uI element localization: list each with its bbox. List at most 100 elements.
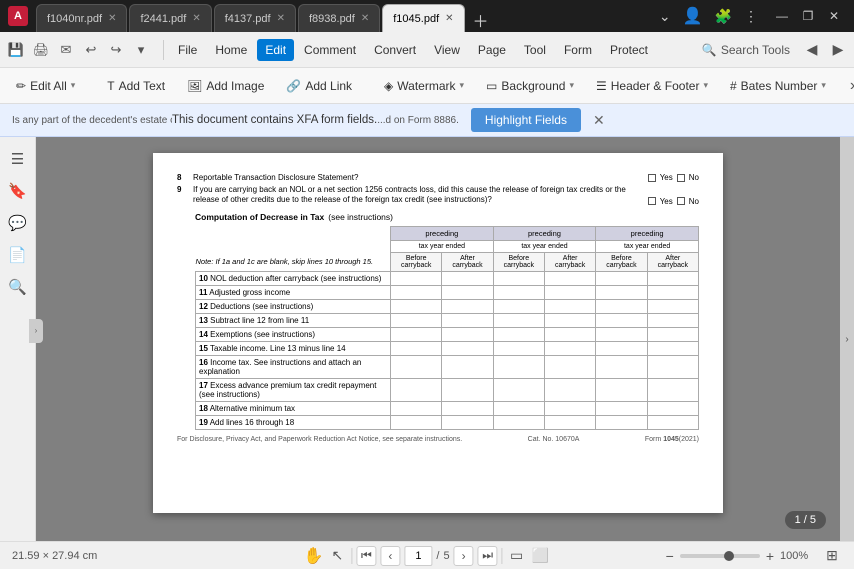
tab-f1040nr[interactable]: f1040nr.pdf ✕ [36, 4, 127, 32]
menu-bar: 💾 🖨 ✉ ↩ ↪ ▾ File Home Edit Comment Conve… [0, 32, 854, 68]
menu-protect[interactable]: Protect [602, 39, 656, 61]
right-sidebar-expand[interactable]: › [840, 137, 854, 541]
header-footer-label: Header & Footer [611, 79, 700, 93]
menu-file[interactable]: File [170, 39, 205, 61]
row-8-num: 8 [177, 173, 193, 182]
email-quick-button[interactable]: ✉ [54, 38, 78, 62]
search-tools-button[interactable]: 🔍 Search Tools [694, 40, 798, 60]
account-icon[interactable]: 👤 [679, 4, 707, 28]
menu-page[interactable]: Page [470, 39, 514, 61]
sidebar-nav-icon[interactable]: ☰ [4, 145, 32, 173]
header-footer-button[interactable]: ☰ Header & Footer ▾ [588, 76, 716, 96]
quick-tools: 💾 🖨 ✉ ↩ ↪ ▾ [4, 38, 153, 62]
total-pages: 5 [443, 550, 449, 562]
forward-nav-button[interactable]: ▶ [826, 38, 850, 62]
highlight-fields-button[interactable]: Highlight Fields [471, 108, 581, 132]
table-row: 18 Alternative minimum tax [196, 401, 699, 415]
table-row: 10 NOL deduction after carryback (see in… [196, 271, 699, 285]
undo-button[interactable]: ↩ [79, 38, 103, 62]
edit-all-button[interactable]: ✏ Edit All ▾ [8, 76, 83, 96]
toolbar-more-icon[interactable]: › [850, 77, 854, 95]
tab-f1045[interactable]: f1045.pdf ✕ [382, 4, 464, 32]
menu-comment[interactable]: Comment [296, 39, 364, 61]
row-9-num: 9 [177, 185, 193, 194]
tab-list-button[interactable]: ⌄ [655, 6, 675, 27]
tax-year-col-2: tax year ended [493, 240, 596, 252]
computation-title: Computation of Decrease in Tax [195, 212, 324, 222]
menu-dots[interactable]: ⋮ [740, 6, 762, 27]
background-label: Background [501, 79, 565, 93]
preceding-col-1: preceding [391, 226, 494, 240]
row-9-no-checkbox[interactable] [677, 197, 685, 205]
tab-close-1[interactable]: ✕ [108, 13, 116, 24]
edit-all-chevron: ▾ [71, 80, 76, 91]
zoom-in-button[interactable]: + [766, 548, 774, 564]
pdf-area[interactable]: 8 Reportable Transaction Disclosure Stat… [36, 137, 840, 541]
prev-page-button[interactable]: ‹ [380, 546, 400, 566]
page-number-input[interactable] [404, 546, 432, 566]
next-page-button[interactable]: › [454, 546, 474, 566]
minimize-button[interactable]: — [770, 4, 794, 28]
first-page-button[interactable]: ⏮ [356, 546, 376, 566]
extensions-icon[interactable]: 🧩 [711, 6, 736, 27]
bates-number-icon: # [730, 79, 737, 93]
pdf-footer: For Disclosure, Privacy Act, and Paperwo… [177, 436, 699, 443]
row-9-yes-checkbox[interactable] [648, 197, 656, 205]
tab-f4137[interactable]: f4137.pdf ✕ [214, 4, 296, 32]
tab-close-5[interactable]: ✕ [445, 13, 453, 24]
tab-close-4[interactable]: ✕ [361, 13, 369, 24]
document-dimensions: 21.59 × 27.94 cm [12, 550, 97, 562]
tab-f8938[interactable]: f8938.pdf ✕ [298, 4, 380, 32]
menu-view[interactable]: View [426, 39, 468, 61]
tab-close-2[interactable]: ✕ [192, 13, 200, 24]
fit-width-button[interactable]: ⬜ [531, 546, 551, 566]
menu-tool[interactable]: Tool [516, 39, 554, 61]
window-controls: — ❐ ✕ [770, 4, 846, 28]
sidebar-expand-button[interactable]: › [29, 319, 43, 343]
back-nav-button[interactable]: ◀ [800, 38, 824, 62]
menu-form[interactable]: Form [556, 39, 600, 61]
add-link-button[interactable]: 🔗 Add Link [278, 76, 360, 96]
new-tab-button[interactable]: ＋ [467, 8, 495, 32]
save-quick-button[interactable]: 💾 [4, 38, 28, 62]
menu-convert[interactable]: Convert [366, 39, 424, 61]
sidebar-pages-icon[interactable]: 📄 [4, 241, 32, 269]
row-8-yes-checkbox[interactable] [648, 174, 656, 182]
add-text-button[interactable]: T Add Text [99, 76, 173, 96]
preceding-row: preceding preceding preceding [196, 226, 699, 240]
print-quick-button[interactable]: 🖨 [29, 38, 53, 62]
view-mode-button[interactable]: ⊞ [822, 546, 842, 566]
last-page-button[interactable]: ⏭ [478, 546, 498, 566]
toolbar: ✏ Edit All ▾ T Add Text 🖼 Add Image 🔗 Ad… [0, 68, 854, 104]
sidebar-search-icon[interactable]: 🔍 [4, 273, 32, 301]
sidebar-bookmark-icon[interactable]: 🔖 [4, 177, 32, 205]
bates-number-label: Bates Number [741, 79, 818, 93]
background-button[interactable]: ▭ Background ▾ [478, 76, 582, 96]
pdf-page: 8 Reportable Transaction Disclosure Stat… [153, 153, 723, 513]
row-8-no-checkbox[interactable] [677, 174, 685, 182]
close-button[interactable]: ✕ [822, 4, 846, 28]
xfa-left-text: Is any part of the decedent's estate cur… [12, 115, 172, 126]
fit-page-button[interactable]: ▭ [507, 546, 527, 566]
restore-button[interactable]: ❐ [796, 4, 820, 28]
zoom-slider[interactable] [680, 554, 760, 558]
more-tools-button[interactable]: ▾ [129, 38, 153, 62]
menu-edit[interactable]: Edit [257, 39, 294, 61]
header-footer-chevron: ▾ [703, 80, 708, 91]
sidebar-comment-icon[interactable]: 💬 [4, 209, 32, 237]
bates-number-button[interactable]: # Bates Number ▾ [722, 76, 834, 96]
zoom-out-button[interactable]: − [666, 548, 674, 564]
select-tool-button[interactable]: ↖ [327, 546, 347, 566]
main-area: ☰ 🔖 💬 📄 🔍 › 8 Reportable Transaction Dis… [0, 137, 854, 541]
row-8-no-label: No [689, 173, 699, 182]
menu-separator-1 [163, 40, 164, 60]
add-image-button[interactable]: 🖼 Add Image [179, 76, 272, 96]
hand-tool-button[interactable]: ✋ [303, 546, 323, 566]
search-tools-label: Search Tools [721, 43, 790, 57]
menu-home[interactable]: Home [207, 39, 255, 61]
watermark-button[interactable]: ◈ Watermark ▾ [376, 76, 472, 96]
redo-button[interactable]: ↪ [104, 38, 128, 62]
tab-close-3[interactable]: ✕ [277, 13, 285, 24]
xfa-close-button[interactable]: ✕ [593, 112, 605, 129]
tab-f2441[interactable]: f2441.pdf ✕ [129, 4, 211, 32]
